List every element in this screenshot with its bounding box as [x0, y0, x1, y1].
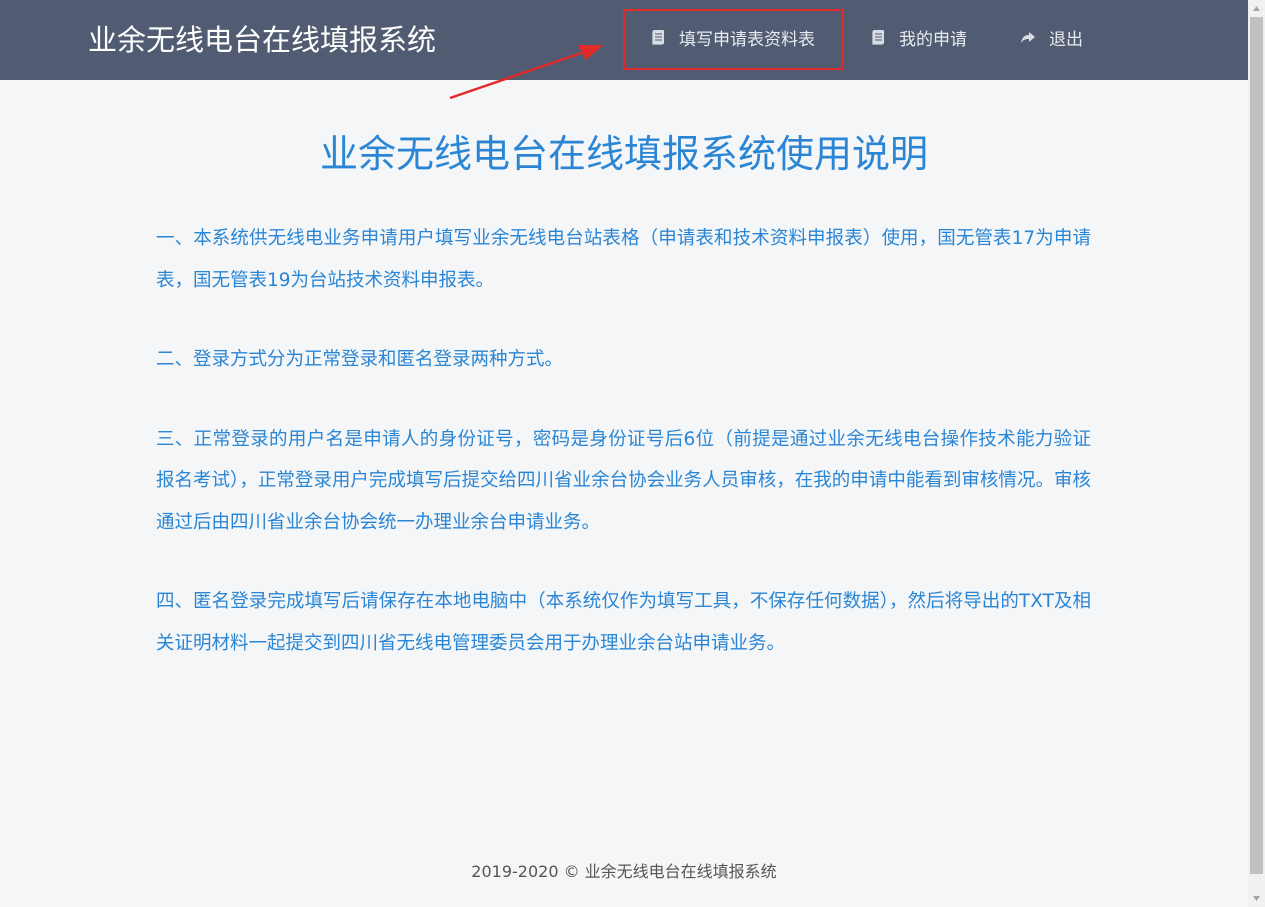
nav-logout[interactable]: 退出 [1020, 22, 1083, 52]
instructions-content: 一、本系统供无线电业务申请用户填写业余无线电台站表格（申请表和技术资料申报表）使… [156, 218, 1091, 702]
instruction-paragraph: 三、正常登录的用户名是申请人的身份证号，密码是身份证号后6位（前提是通过业余无线… [156, 428, 1091, 533]
top-navbar: 业余无线电台在线填报系统 填写申请表资料表 我的申请 退出 [0, 0, 1248, 80]
scroll-up-arrow-icon[interactable] [1248, 0, 1265, 17]
brand-title[interactable]: 业余无线电台在线填报系统 [88, 20, 436, 60]
instruction-paragraph: 四、匿名登录完成填写后请保存在本地电脑中（本系统仅作为填写工具，不保存任何数据）… [156, 591, 1091, 654]
share-arrow-icon [1021, 32, 1035, 43]
footer-copyright: 2019-2020 © 业余无线电台在线填报系统 [471, 862, 777, 881]
page-title: 业余无线电台在线填报系统使用说明 [319, 132, 928, 176]
vertical-scrollbar[interactable] [1248, 0, 1265, 907]
nav-logout-label: 退出 [1049, 29, 1083, 50]
annotation-arrow [449, 45, 603, 100]
instruction-paragraph: 二、登录方式分为正常登录和匿名登录两种方式。 [156, 349, 564, 370]
nav-my-applications-label: 我的申请 [899, 29, 967, 50]
instruction-paragraph: 一、本系统供无线电业务申请用户填写业余无线电台站表格（申请表和技术资料申报表）使… [156, 228, 1091, 291]
nav-my-applications[interactable]: 我的申请 [870, 22, 967, 52]
document-icon [872, 30, 884, 45]
scroll-down-arrow-icon[interactable] [1248, 890, 1265, 907]
annotation-highlight-box [623, 9, 844, 70]
scrollbar-thumb[interactable] [1250, 17, 1263, 874]
page: 业余无线电台在线填报系统 填写申请表资料表 我的申请 退出 业余无线电台在线填报… [0, 0, 1265, 907]
